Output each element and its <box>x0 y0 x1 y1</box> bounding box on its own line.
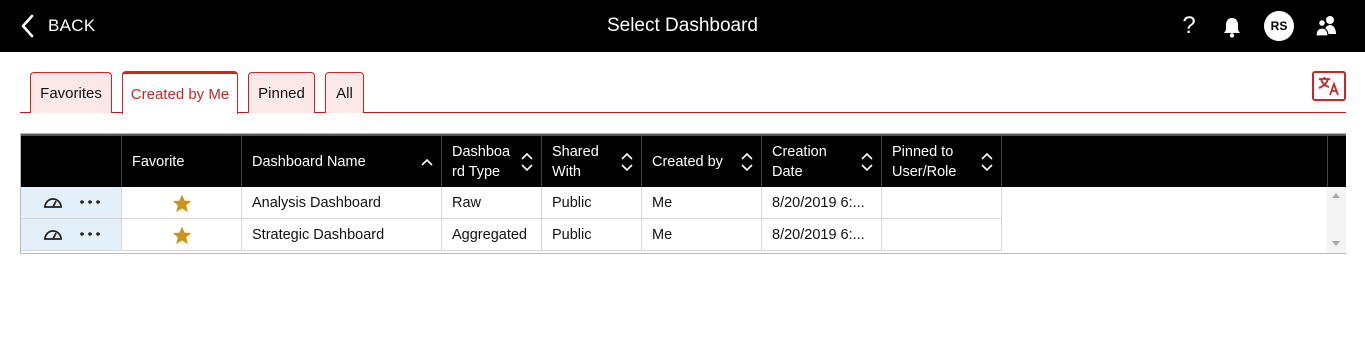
shared-with-cell: Public <box>542 187 642 219</box>
dashboard-type-cell: Raw <box>442 187 542 219</box>
dashboard-grid: Favorite Dashboard Name Dashboa rd Type S… <box>20 133 1346 254</box>
page-title: Select Dashboard <box>606 15 759 36</box>
created-by-cell: Me <box>642 187 762 219</box>
users-icon[interactable] <box>1315 14 1339 38</box>
grid-header-spacer <box>1327 134 1346 187</box>
column-header-created-by[interactable]: Created by <box>642 136 762 187</box>
chevron-down-icon[interactable] <box>521 163 533 172</box>
column-header-creation-date[interactable]: Creation Date <box>762 136 882 187</box>
chevron-down-icon[interactable] <box>621 163 633 172</box>
chevron-up-icon[interactable] <box>421 158 433 166</box>
column-header-actions <box>21 136 122 187</box>
avatar[interactable]: RS <box>1264 11 1294 41</box>
chevron-up-icon[interactable] <box>621 152 633 160</box>
created-by-cell: Me <box>642 219 762 251</box>
sort-controls[interactable] <box>981 136 993 187</box>
chevron-up-icon[interactable] <box>521 152 533 160</box>
table-row[interactable]: Analysis Dashboard Raw Public Me 8/20/20… <box>21 187 1002 219</box>
scroll-down-icon[interactable] <box>1332 241 1340 246</box>
dashboard-name-cell[interactable]: Strategic Dashboard <box>242 219 442 251</box>
top-bar: BACK Select Dashboard ? RS <box>0 0 1365 52</box>
translate-button[interactable] <box>1312 71 1346 101</box>
chevron-down-icon[interactable] <box>741 163 753 172</box>
row-actions <box>21 187 122 219</box>
sort-controls[interactable] <box>741 136 753 187</box>
favorite-cell[interactable] <box>122 187 242 219</box>
creation-date-cell: 8/20/2019 6:... <box>762 219 882 251</box>
tab-bar: Favorites Created by Me Pinned All <box>20 71 1346 114</box>
pinned-to-cell <box>882 219 1002 251</box>
tab-all[interactable]: All <box>325 72 364 113</box>
row-actions <box>21 219 122 251</box>
scroll-up-icon[interactable] <box>1332 193 1340 198</box>
column-header-pinned-to[interactable]: Pinned to User/Role <box>882 136 1002 187</box>
help-button[interactable]: ? <box>1179 12 1199 40</box>
more-horizontal-icon[interactable] <box>79 231 101 237</box>
bell-icon[interactable] <box>1222 16 1242 38</box>
translate-icon <box>1318 77 1339 96</box>
sort-controls[interactable] <box>521 136 533 187</box>
grid-header: Favorite Dashboard Name Dashboa rd Type S… <box>21 134 1327 187</box>
more-horizontal-icon[interactable] <box>79 199 101 205</box>
speedometer-icon[interactable] <box>43 195 63 209</box>
star-icon[interactable] <box>172 226 192 245</box>
vertical-scrollbar[interactable] <box>1327 187 1346 253</box>
creation-date-cell: 8/20/2019 6:... <box>762 187 882 219</box>
tab-created-by-me[interactable]: Created by Me <box>122 71 238 114</box>
chevron-up-icon[interactable] <box>861 152 873 160</box>
chevron-down-icon[interactable] <box>861 163 873 172</box>
column-header-dashboard-type[interactable]: Dashboa rd Type <box>442 136 542 187</box>
chevron-down-icon[interactable] <box>981 163 993 172</box>
chevron-up-icon[interactable] <box>741 152 753 160</box>
star-icon[interactable] <box>172 194 192 213</box>
favorite-cell[interactable] <box>122 219 242 251</box>
tab-favorites[interactable]: Favorites <box>30 72 112 113</box>
table-row[interactable]: Strategic Dashboard Aggregated Public Me… <box>21 219 1002 251</box>
dashboard-type-cell: Aggregated <box>442 219 542 251</box>
dashboard-name-cell[interactable]: Analysis Dashboard <box>242 187 442 219</box>
sort-controls[interactable] <box>621 136 633 187</box>
sort-controls[interactable] <box>861 136 873 187</box>
column-header-favorite[interactable]: Favorite <box>122 136 242 187</box>
chevron-up-icon[interactable] <box>981 152 993 160</box>
column-header-shared-with[interactable]: Shared With <box>542 136 642 187</box>
speedometer-icon[interactable] <box>43 227 63 241</box>
shared-with-cell: Public <box>542 219 642 251</box>
tab-pinned[interactable]: Pinned <box>248 72 315 113</box>
pinned-to-cell <box>882 187 1002 219</box>
column-header-dashboard-name[interactable]: Dashboard Name <box>242 136 442 187</box>
sort-controls[interactable] <box>421 136 433 187</box>
